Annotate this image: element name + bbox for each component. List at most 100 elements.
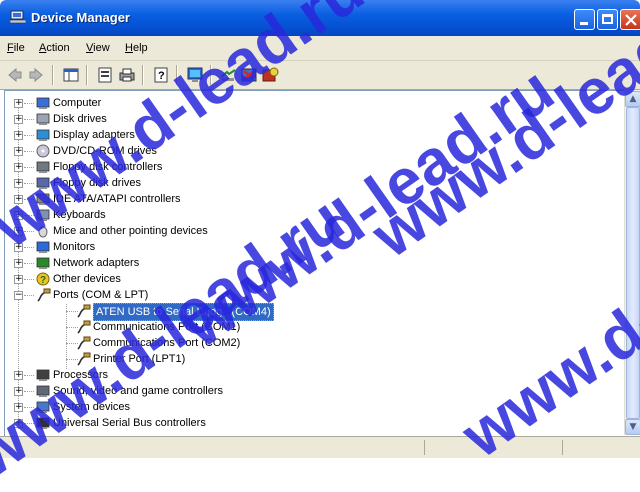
expand-icon[interactable]: + bbox=[14, 403, 23, 412]
minimize-button[interactable] bbox=[574, 9, 595, 30]
disable-icon[interactable] bbox=[261, 66, 279, 84]
title-bar[interactable]: Device Manager bbox=[0, 0, 640, 36]
tree-connector bbox=[24, 423, 34, 424]
tree-connector bbox=[24, 375, 34, 376]
expand-icon[interactable]: + bbox=[14, 371, 23, 380]
expand-icon[interactable]: + bbox=[14, 99, 23, 108]
tree-item[interactable]: Printer Port (LPT1) bbox=[5, 351, 623, 367]
tree-label[interactable]: Monitors bbox=[53, 239, 95, 255]
scan-hardware-icon[interactable] bbox=[219, 66, 237, 84]
expand-icon[interactable]: + bbox=[14, 211, 23, 220]
system-icon bbox=[36, 401, 50, 413]
tree-label[interactable]: Mice and other pointing devices bbox=[53, 223, 208, 239]
tree-label[interactable]: DVD/CD-ROM drives bbox=[53, 143, 157, 159]
tree-item[interactable]: + Sound, video and game controllers bbox=[5, 383, 623, 399]
vertical-scrollbar[interactable]: ▲ ▼ bbox=[624, 90, 640, 435]
toolbar-separator bbox=[52, 65, 54, 85]
tree-label[interactable]: Computer bbox=[53, 95, 101, 111]
menu-action[interactable]: Action bbox=[39, 42, 70, 54]
expand-icon[interactable]: + bbox=[14, 387, 23, 396]
properties-icon[interactable] bbox=[96, 66, 114, 84]
monitor-icon[interactable] bbox=[186, 66, 204, 84]
expand-icon[interactable]: + bbox=[14, 259, 23, 268]
tree-label[interactable]: Display adapters bbox=[53, 127, 135, 143]
back-icon[interactable] bbox=[6, 66, 24, 84]
expand-icon[interactable]: + bbox=[14, 275, 23, 284]
tree-label[interactable]: Universal Serial Bus controllers bbox=[53, 415, 206, 431]
tree-item[interactable]: − Ports (COM & LPT) bbox=[5, 287, 623, 303]
collapse-icon[interactable]: − bbox=[14, 291, 23, 300]
tree-item[interactable]: + System devices bbox=[5, 399, 623, 415]
display-icon bbox=[36, 129, 50, 141]
tree-item[interactable]: + Processors bbox=[5, 367, 623, 383]
tree-item[interactable]: + Floppy disk controllers bbox=[5, 159, 623, 175]
tree-item[interactable]: + Computer bbox=[5, 95, 623, 111]
tree-item[interactable]: + Universal Serial Bus controllers bbox=[5, 415, 623, 431]
tree-item[interactable]: + IDE ATA/ATAPI controllers bbox=[5, 191, 623, 207]
device-tree[interactable]: + Computer + Disk drives + Display adapters + D… bbox=[4, 90, 625, 437]
menu-file[interactable]: File bbox=[7, 42, 25, 54]
expand-icon[interactable]: + bbox=[14, 115, 23, 124]
port-icon bbox=[77, 320, 91, 334]
uninstall-icon[interactable] bbox=[240, 66, 258, 84]
tree-connector bbox=[24, 215, 34, 216]
tree-label[interactable]: Printer Port (LPT1) bbox=[93, 351, 185, 367]
expand-icon[interactable]: + bbox=[14, 131, 23, 140]
tree-item[interactable]: + Keyboards bbox=[5, 207, 623, 223]
tree-item[interactable]: + DVD/CD-ROM drives bbox=[5, 143, 623, 159]
tree-label[interactable]: Processors bbox=[53, 367, 108, 383]
close-button[interactable] bbox=[620, 9, 640, 30]
expand-icon[interactable]: + bbox=[14, 243, 23, 252]
menu-help[interactable]: Help bbox=[125, 42, 148, 54]
tree-label[interactable]: Disk drives bbox=[53, 111, 107, 127]
tree-connector bbox=[24, 231, 34, 232]
tree-item[interactable]: + Mice and other pointing devices bbox=[5, 223, 623, 239]
expand-icon[interactable]: + bbox=[14, 163, 23, 172]
expand-icon[interactable]: + bbox=[14, 227, 23, 236]
tree-item[interactable]: + Disk drives bbox=[5, 111, 623, 127]
scroll-up-icon[interactable]: ▲ bbox=[625, 91, 640, 107]
tree-label[interactable]: Ports (COM & LPT) bbox=[53, 287, 148, 303]
tree-label[interactable]: Communications Port (COM1) bbox=[93, 319, 240, 335]
tree-connector bbox=[24, 247, 34, 248]
tree-label[interactable]: IDE ATA/ATAPI controllers bbox=[53, 191, 181, 207]
forward-icon[interactable] bbox=[27, 66, 45, 84]
tree-label[interactable]: Floppy disk controllers bbox=[53, 159, 162, 175]
tree-label[interactable]: Keyboards bbox=[53, 207, 106, 223]
tree-item[interactable]: Communications Port (COM1) bbox=[5, 319, 623, 335]
toolbar-separator bbox=[210, 65, 212, 85]
tree-label[interactable]: Sound, video and game controllers bbox=[53, 383, 223, 399]
keyboard-icon bbox=[36, 209, 50, 221]
tree-label[interactable]: Other devices bbox=[53, 271, 121, 287]
tree-item[interactable]: +? Other devices bbox=[5, 271, 623, 287]
expand-icon[interactable]: + bbox=[14, 179, 23, 188]
port-icon bbox=[77, 352, 91, 366]
scroll-down-icon[interactable]: ▼ bbox=[625, 419, 640, 435]
maximize-button[interactable] bbox=[597, 9, 618, 30]
tree-label[interactable]: Communications Port (COM2) bbox=[93, 335, 240, 351]
console-tree-icon[interactable] bbox=[62, 66, 80, 84]
menu-view[interactable]: View bbox=[86, 42, 110, 54]
expand-icon[interactable]: + bbox=[14, 195, 23, 204]
tree-item[interactable]: + Monitors bbox=[5, 239, 623, 255]
tree-label[interactable]: System devices bbox=[53, 399, 130, 415]
tree-item[interactable]: + Floppy disk drives bbox=[5, 175, 623, 191]
expand-icon[interactable]: + bbox=[14, 147, 23, 156]
maximize-icon bbox=[602, 14, 613, 24]
tree-connector bbox=[24, 199, 34, 200]
close-icon bbox=[625, 14, 637, 26]
print-icon[interactable] bbox=[118, 66, 136, 84]
tree-item[interactable]: ATEN USB to Serial Bridge (COM4) bbox=[5, 303, 623, 321]
expand-icon[interactable]: + bbox=[14, 419, 23, 428]
tree-item[interactable]: Communications Port (COM2) bbox=[5, 335, 623, 351]
status-cell bbox=[424, 440, 563, 455]
controller-icon bbox=[36, 161, 50, 173]
svg-text:?: ? bbox=[40, 275, 46, 286]
tree-item[interactable]: + Display adapters bbox=[5, 127, 623, 143]
scroll-thumb[interactable] bbox=[626, 107, 640, 419]
tree-connector bbox=[24, 407, 34, 408]
help-icon[interactable]: ? bbox=[152, 66, 170, 84]
tree-label[interactable]: Network adapters bbox=[53, 255, 139, 271]
tree-label[interactable]: Floppy disk drives bbox=[53, 175, 141, 191]
tree-item[interactable]: + Network adapters bbox=[5, 255, 623, 271]
